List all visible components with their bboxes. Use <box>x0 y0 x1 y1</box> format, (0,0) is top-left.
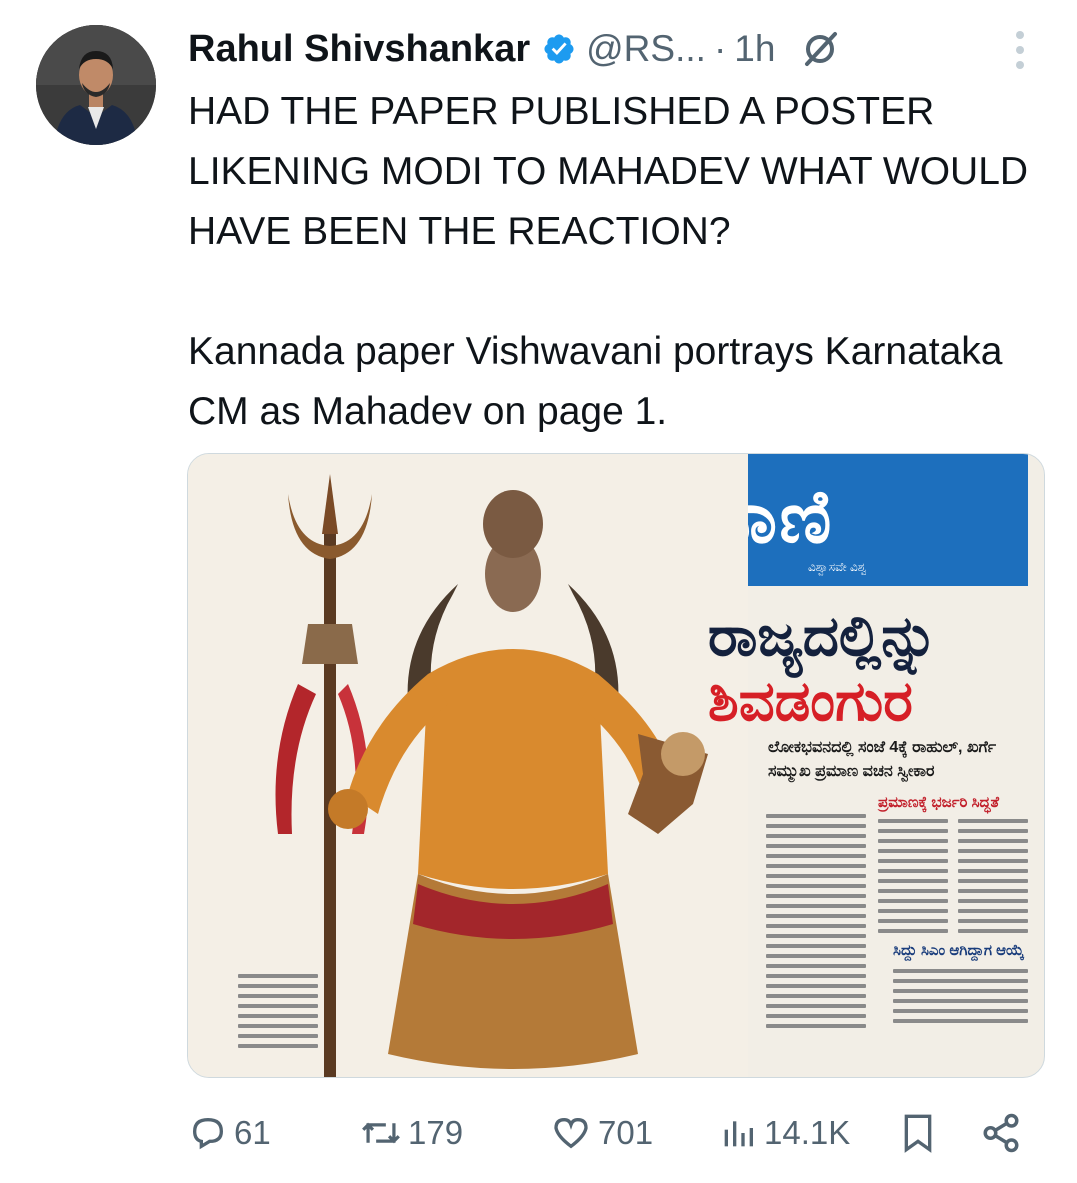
timestamp[interactable]: 1h <box>734 28 775 70</box>
verified-badge-icon <box>544 34 574 64</box>
more-options-icon[interactable] <box>1010 28 1030 72</box>
repost-icon <box>362 1122 400 1144</box>
like-button[interactable]: 701 <box>550 1108 653 1158</box>
heart-icon <box>554 1117 588 1149</box>
newspaper-masthead-tagline: ವಿಶ್ವಾಸವೇ ವಿಶ್ವ <box>808 560 867 574</box>
newspaper-text-column <box>878 819 948 939</box>
grok-icon[interactable] <box>801 30 839 68</box>
tweet-media-image[interactable]: ವಿಶ್ವವಾಣಿ ವಿಶ್ವಾಸವೇ ವಿಶ್ವ ರಾಜ್ಯದಲ್ಲಿನ್ನು… <box>187 453 1045 1078</box>
newspaper-text-column <box>893 969 1028 1029</box>
newspaper-box-title-1: ಪ್ರಮಾಣಕ್ಕೆ ಭರ್ಜರಿ ಸಿದ್ಧತೆ <box>878 794 1000 811</box>
reply-count: 61 <box>234 1114 271 1151</box>
author-name[interactable]: Rahul Shivshankar <box>188 28 530 71</box>
newspaper-headline-line-1: ರಾಜ್ಯದಲ್ಲಿನ್ನು <box>708 604 938 669</box>
newspaper-subheadline: ಲೋಕಭವನದಲ್ಲಿ ಸಂಜೆ 4ಕ್ಕೆ ರಾಹುಲ್, ಖರ್ಗೆ ಸಮ್… <box>768 739 997 780</box>
newspaper-text-column <box>958 819 1028 939</box>
repost-button[interactable]: 179 <box>360 1108 463 1158</box>
tweet-header: Rahul Shivshankar @RS... · 1h <box>188 26 1077 72</box>
author-handle[interactable]: @RS... <box>586 28 706 70</box>
newspaper-text-column <box>766 814 866 1034</box>
newspaper-text-column <box>238 974 318 1054</box>
newspaper-box-title-2: ಸಿದ್ದು ಸಿಎಂ ಆಗಿದ್ದಾಗ ಆಯ್ಕೆ <box>893 942 1025 959</box>
reply-icon <box>192 1117 224 1150</box>
share-icon <box>983 1113 1019 1153</box>
newspaper-headline-line-2: ಶಿವಡಂಗುರ <box>708 669 913 734</box>
bookmark-button[interactable] <box>898 1108 938 1158</box>
views-icon <box>724 1121 753 1147</box>
bookmark-icon <box>904 1114 932 1153</box>
tweet-text: HAD THE PAPER PUBLISHED A POSTER LIKENIN… <box>188 90 1029 433</box>
tweet-action-bar: 61 179 701 14.1K <box>188 1108 1038 1158</box>
views-button[interactable]: 14.1K <box>718 1108 850 1158</box>
avatar[interactable] <box>36 25 156 145</box>
separator-dot: · <box>713 28 727 69</box>
repost-count: 179 <box>408 1114 464 1151</box>
views-count: 14.1K <box>764 1114 851 1151</box>
reply-button[interactable]: 61 <box>188 1108 271 1158</box>
like-count: 701 <box>598 1114 654 1151</box>
share-button[interactable] <box>980 1108 1022 1158</box>
